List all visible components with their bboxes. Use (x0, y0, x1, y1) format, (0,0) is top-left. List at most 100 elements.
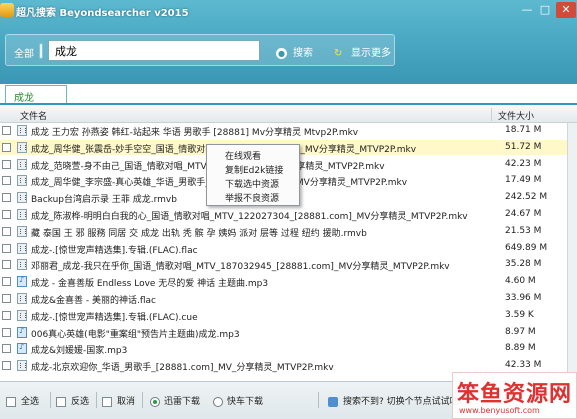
checkbox-icon (102, 396, 112, 407)
close-button[interactable]: ✕ (556, 2, 576, 18)
file-size: 8.97 M (505, 326, 536, 337)
file-size: 18.71 M (505, 125, 542, 135)
video-file-icon (17, 125, 27, 136)
file-size: 21.53 M (505, 225, 542, 236)
magnifier-icon: ● (276, 47, 287, 59)
table-row[interactable]: 成龙_陈淑桦-明明白白我的心_国语_情歌对唱_MTV_122027304_[28… (0, 207, 577, 222)
file-size: 24.67 M (505, 209, 542, 219)
file-size: 51.72 M (505, 141, 542, 152)
search-scope-label[interactable]: 全部 (14, 45, 34, 60)
file-name: 藏 泰国 王 邪 服務 同居 交 成龙 出轨 秃 髌 孕 姨妈 派对 层等 过程… (31, 228, 367, 239)
scope-dropdown-handle[interactable] (39, 43, 43, 59)
row-checkbox[interactable] (2, 226, 11, 236)
row-checkbox[interactable] (2, 344, 11, 354)
cancel-checkbox[interactable]: 取消 (102, 394, 135, 408)
watermark-url: www.benyusoft.com (459, 406, 540, 415)
maximize-button[interactable]: □ (537, 2, 553, 18)
file-name: 成龙&刘媛媛-国家.mp3 (31, 346, 128, 357)
xunlei-download-radio[interactable]: 迅雷下载 (150, 394, 200, 408)
row-checkbox[interactable] (2, 142, 11, 152)
file-size: 42.23 M (505, 158, 542, 169)
audio-file-icon (17, 342, 27, 355)
video-file-icon (17, 242, 27, 254)
table-row[interactable]: 成龙-北京欢迎你_华语_男歌手_[28881.com]_MV_分享精灵_MTVP… (0, 358, 577, 373)
column-header-filename[interactable]: 文件名 (20, 109, 47, 122)
file-name: 成龙 王力宏 孙燕姿 韩红-站起来 华语 男歌手 [28881] Mv分享精灵 … (31, 128, 359, 138)
video-file-icon (17, 209, 27, 220)
row-checkbox[interactable] (2, 277, 11, 287)
file-size: 8.89 M (505, 343, 536, 354)
row-checkbox[interactable] (2, 126, 11, 135)
table-row[interactable]: 成龙 - 金喜善版 Endless Love 无尽的爱 神话 主题曲.mp3 4.… (0, 274, 577, 289)
minimize-button[interactable]: — (519, 2, 535, 18)
menu-item-watch-online[interactable]: 在线观看 (225, 149, 261, 162)
row-checkbox[interactable] (2, 159, 11, 169)
column-separator[interactable] (491, 108, 492, 121)
row-checkbox[interactable] (2, 327, 11, 337)
file-name: 成龙-北京欢迎你_华语_男歌手_[28881.com]_MV_分享精灵_MTVP… (31, 363, 334, 374)
row-checkbox[interactable] (2, 310, 11, 320)
footer-divider (96, 392, 97, 408)
table-row[interactable]: 006真心英雄(电影"重案组"预告片主题曲)成龙.mp3 8.97 M (0, 325, 577, 340)
file-size: 3.59 K (505, 309, 534, 320)
table-row[interactable]: 邓丽君_成龙-我只在乎你_国语_情歌对唱_MTV_187032945_[2888… (0, 257, 577, 272)
kuaiche-download-radio[interactable]: 快车下载 (213, 394, 263, 408)
footer-divider (318, 392, 319, 408)
tab-divider (0, 103, 577, 105)
search-bar: 全部 ●搜索 ↻显示更多 (5, 34, 395, 66)
footer-divider (142, 392, 143, 408)
invert-selection-checkbox[interactable]: 反选 (56, 394, 89, 408)
file-name: 成龙&金喜善 - 美丽的神话.flac (31, 296, 156, 306)
video-file-icon (17, 141, 27, 153)
row-checkbox[interactable] (2, 176, 11, 186)
title-bar: 超凡搜索 Beyondsearcher v2015 — □ ✕ (0, 0, 577, 22)
video-file-icon (17, 175, 27, 187)
table-row[interactable]: 藏 泰国 王 邪 服務 同居 交 成龙 出轨 秃 髌 孕 姨妈 派对 层等 过程… (0, 224, 577, 239)
audio-file-icon (17, 275, 27, 288)
video-file-icon (17, 225, 27, 237)
watermark-text: 笨鱼资源网 (457, 382, 573, 407)
file-size: 4.60 M (505, 276, 536, 287)
row-checkbox[interactable] (2, 210, 11, 219)
row-checkbox[interactable] (2, 243, 11, 253)
switch-node-link[interactable]: 搜索不到? 切换个节点试试吧! (328, 394, 462, 407)
tab-result[interactable]: 成龙 (5, 85, 67, 104)
menu-item-report[interactable]: 举报不良资源 (225, 191, 279, 204)
file-size: 35.28 M (505, 259, 542, 270)
column-header-size[interactable]: 文件大小 (498, 109, 534, 122)
video-file-icon (17, 309, 27, 321)
scrollbar[interactable] (567, 123, 577, 375)
row-checkbox[interactable] (2, 294, 11, 303)
window-title: 超凡搜索 Beyondsearcher v2015 (16, 8, 189, 19)
refresh-arrow-icon: ↻ (334, 48, 343, 59)
menu-item-download-selected[interactable]: 下载选中资源 (225, 177, 279, 190)
file-name: 成龙-.[惊世宠声精选集].专辑.(FLAC).cue (31, 312, 198, 323)
search-input[interactable] (48, 40, 260, 61)
video-file-icon (17, 158, 27, 170)
file-size: 242.52 M (505, 192, 548, 203)
table-row[interactable]: 成龙-.[惊世宠声精选集].专辑.(FLAC).cue 3.59 K (0, 308, 577, 323)
file-name: 成龙 - 金喜善版 Endless Love 无尽的爱 神话 主题曲.mp3 (31, 279, 269, 290)
watermark-logo: 笨鱼资源网 www.benyusoft.com (452, 372, 577, 419)
video-file-icon (17, 360, 27, 372)
file-name: 006真心英雄(电影"重案组"预告片主题曲)成龙.mp3 (31, 329, 240, 340)
table-row[interactable]: 成龙&金喜善 - 美丽的神话.flac 33.96 M (0, 291, 577, 306)
checkbox-icon (6, 396, 16, 407)
table-row[interactable]: 成龙 王力宏 孙燕姿 韩红-站起来 华语 男歌手 [28881] Mv分享精灵 … (0, 123, 577, 138)
row-checkbox[interactable] (2, 260, 11, 270)
row-checkbox[interactable] (2, 193, 11, 203)
app-logo-icon (0, 3, 14, 17)
node-icon (328, 396, 338, 407)
footer-divider (50, 392, 51, 408)
table-row[interactable]: 成龙-.[惊世宠声精选集].专辑.(FLAC).flac 649.89 M (0, 241, 577, 256)
row-checkbox[interactable] (2, 361, 11, 371)
table-row[interactable]: 成龙&刘媛媛-国家.mp3 8.89 M (0, 341, 577, 356)
file-name: 成龙-.[惊世宠声精选集].专辑.(FLAC).flac (31, 245, 198, 256)
search-button[interactable]: ● 搜索 (276, 44, 313, 60)
show-more-button[interactable]: ↻ 显示更多 (334, 44, 391, 60)
radio-icon (213, 396, 223, 407)
menu-item-copy-ed2k[interactable]: 复制Ed2k链接 (225, 163, 283, 176)
context-menu: 在线观看 复制Ed2k链接 下载选中资源 举报不良资源 (206, 144, 300, 206)
file-name: 成龙_陈淑桦-明明白白我的心_国语_情歌对唱_MTV_122027304_[28… (31, 212, 468, 222)
select-all-checkbox[interactable]: 全选 (6, 394, 39, 408)
